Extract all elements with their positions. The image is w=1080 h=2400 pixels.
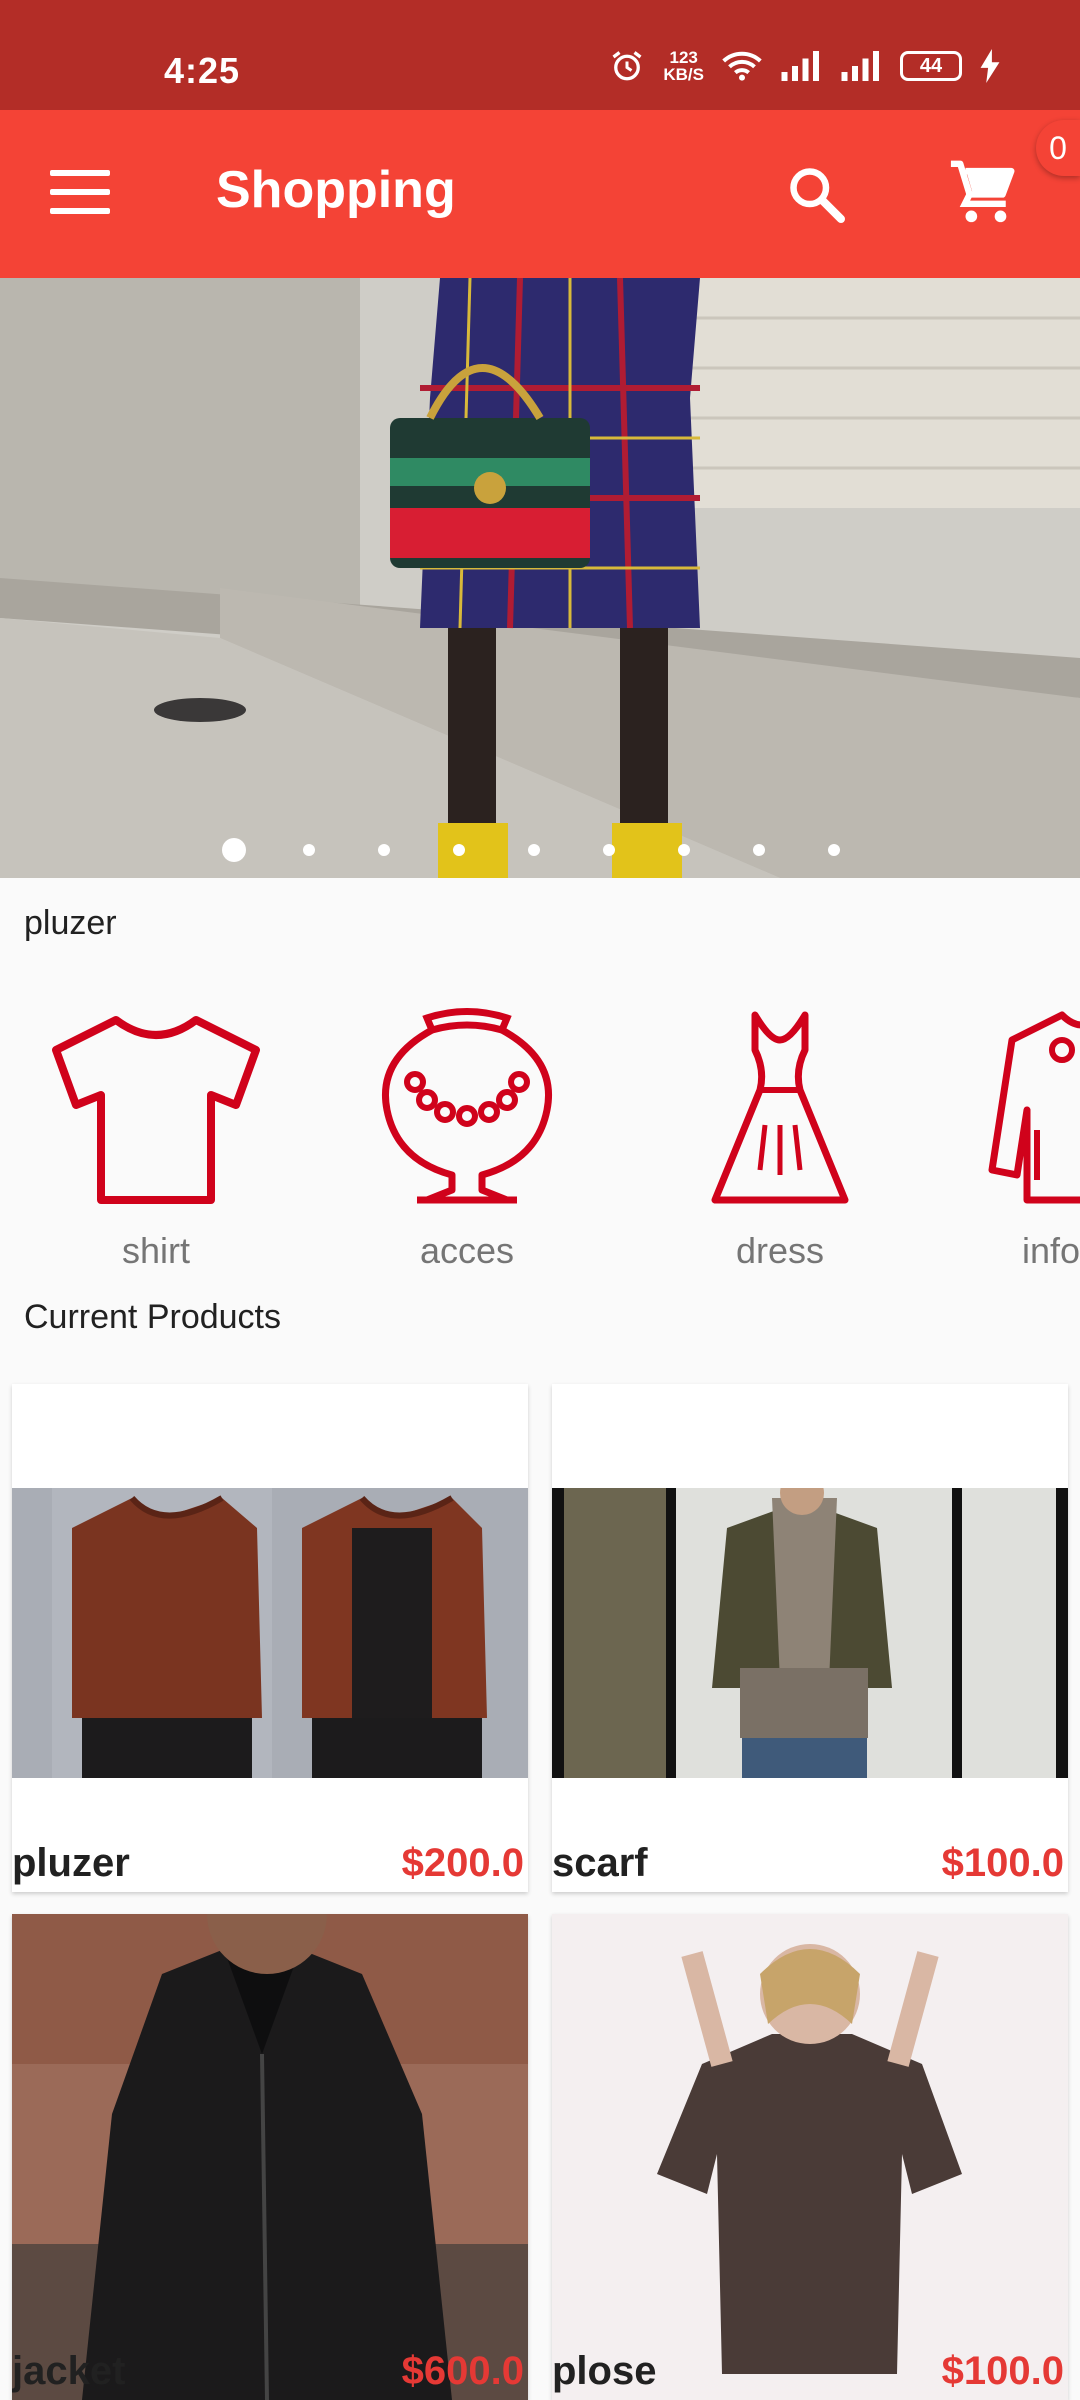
category-label: acces bbox=[419, 1230, 515, 1270]
jacket-icon bbox=[988, 1011, 1080, 1204]
carousel-dot[interactable] bbox=[303, 844, 315, 856]
shirt-icon bbox=[52, 1016, 260, 1204]
carousel-dot[interactable] bbox=[378, 844, 390, 856]
carousel-dot[interactable] bbox=[678, 844, 690, 856]
product-image bbox=[12, 1914, 528, 2400]
product-price: $100.0 bbox=[941, 2349, 1064, 2393]
status-icons: 123 KB/S 44 bbox=[609, 48, 1000, 84]
category-acces[interactable]: acces bbox=[357, 990, 577, 1270]
product-image bbox=[12, 1488, 528, 1778]
category-label: dress bbox=[735, 1230, 825, 1270]
category-label: shirt bbox=[121, 1230, 190, 1270]
necklace-icon bbox=[382, 1008, 552, 1204]
carousel-dot[interactable] bbox=[528, 844, 540, 856]
cart-button[interactable] bbox=[948, 158, 1018, 228]
product-name: jacket bbox=[12, 2349, 126, 2393]
charging-icon bbox=[980, 49, 1000, 83]
banner-image bbox=[0, 278, 1080, 878]
product-price: $200.0 bbox=[401, 1841, 524, 1885]
banner-carousel[interactable] bbox=[0, 278, 1080, 878]
product-price: $100.0 bbox=[941, 1841, 1064, 1885]
product-card[interactable]: jacket $600.0 bbox=[12, 1914, 528, 2400]
product-card[interactable]: pluzer $200.0 bbox=[12, 1384, 528, 1892]
network-speed: 123 KB/S bbox=[663, 48, 704, 84]
carousel-dot[interactable] bbox=[603, 844, 615, 856]
alarm-icon bbox=[609, 48, 645, 84]
status-time: 4:25 bbox=[164, 50, 241, 91]
product-image bbox=[552, 1488, 1068, 1778]
carousel-dot[interactable] bbox=[222, 838, 246, 862]
section-title: pluzer bbox=[24, 904, 117, 942]
search-button[interactable] bbox=[786, 164, 846, 224]
status-bar: 4:25 123 KB/S 44 bbox=[0, 0, 1080, 110]
category-label: info bbox=[1022, 1230, 1080, 1270]
signal-icon-1 bbox=[780, 51, 822, 81]
wifi-icon bbox=[722, 50, 762, 82]
cart-icon bbox=[950, 160, 1015, 223]
carousel-dot[interactable] bbox=[753, 844, 765, 856]
battery-indicator: 44 bbox=[900, 51, 962, 81]
product-card[interactable]: Made with VideoShow scarf $100.0 bbox=[552, 1384, 1068, 1892]
carousel-dot[interactable] bbox=[828, 844, 840, 856]
product-name: pluzer bbox=[12, 1841, 130, 1885]
dress-icon bbox=[711, 1011, 849, 1204]
product-image bbox=[552, 1914, 1068, 2400]
search-icon bbox=[790, 168, 845, 223]
signal-icon-2 bbox=[840, 51, 882, 81]
product-card[interactable]: plose $100.0 bbox=[552, 1914, 1068, 2400]
product-name: scarf bbox=[552, 1841, 648, 1885]
category-info[interactable]: info bbox=[982, 990, 1080, 1270]
product-name: plose bbox=[552, 2349, 657, 2393]
category-dress[interactable]: dress bbox=[670, 990, 890, 1270]
carousel-dot[interactable] bbox=[453, 844, 465, 856]
category-shirt[interactable]: shirt bbox=[46, 990, 266, 1270]
category-list[interactable]: shirt acces dress info bbox=[0, 990, 1080, 1270]
products-section-title: Current Products bbox=[24, 1298, 281, 1336]
carousel-indicators bbox=[0, 836, 1080, 866]
app-bar: Shopping bbox=[0, 110, 1080, 278]
app-title: Shopping bbox=[216, 161, 456, 219]
menu-icon bbox=[50, 170, 110, 176]
menu-button[interactable] bbox=[50, 170, 110, 218]
product-price: $600.0 bbox=[401, 2349, 524, 2393]
